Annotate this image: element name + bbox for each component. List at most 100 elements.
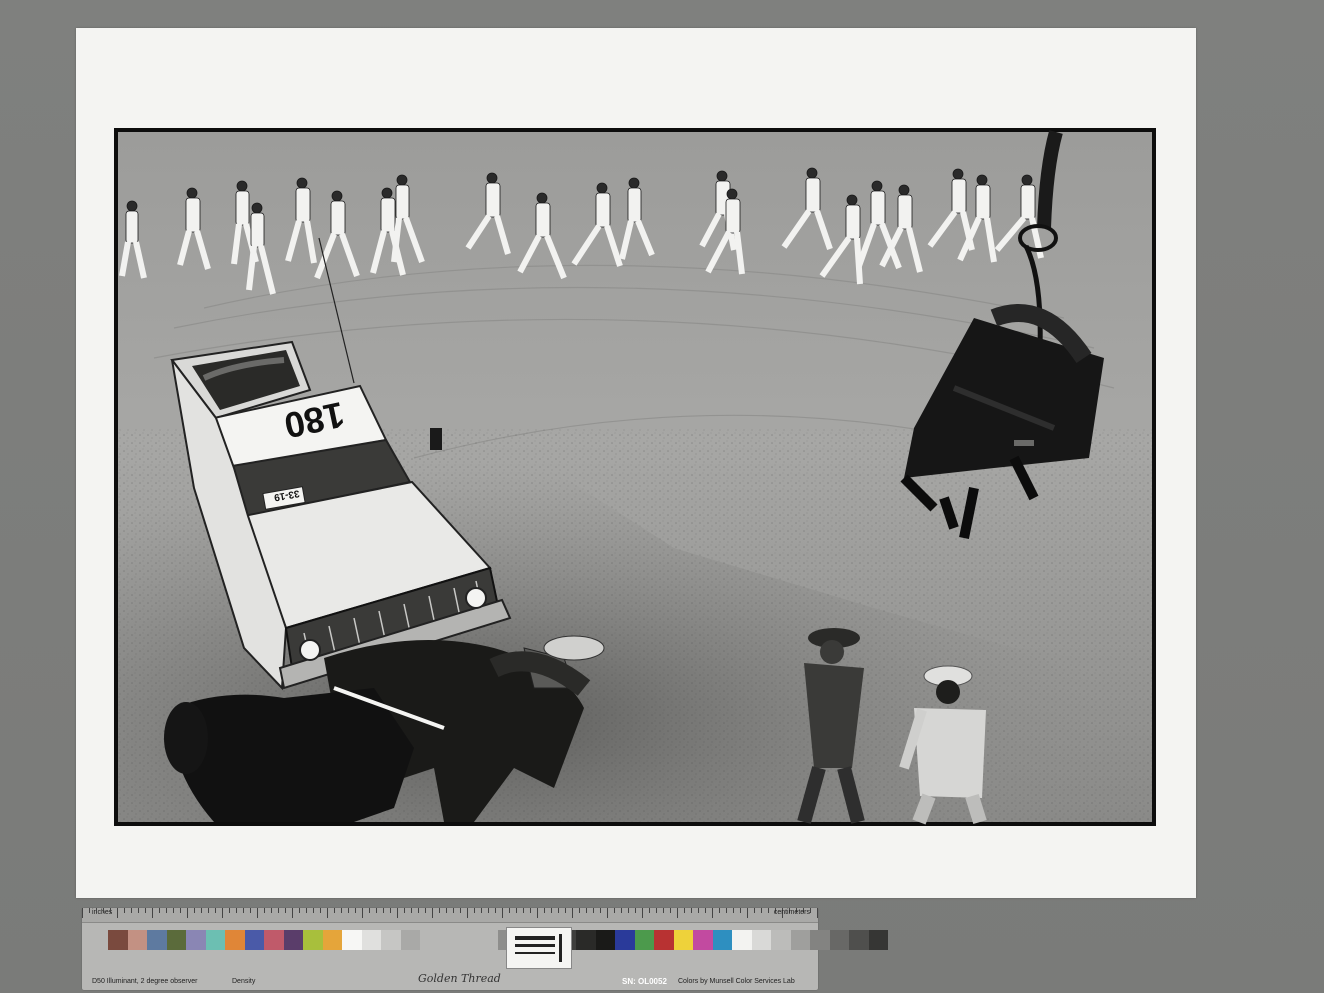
ruler-tick (747, 908, 748, 918)
color-swatch (205, 930, 225, 950)
ruler-right-label: centimeters (773, 909, 810, 916)
ruler-tick (229, 908, 230, 913)
ruler-tick (215, 908, 216, 913)
ruler-tick (530, 908, 531, 913)
color-swatch (673, 930, 693, 950)
ruler-tick (474, 908, 475, 913)
color-swatch (264, 930, 284, 950)
ruler-tick (698, 908, 699, 913)
ruler-tick (82, 908, 83, 918)
ruler-tick (586, 908, 587, 913)
ruler-tick (236, 908, 237, 913)
ruler-tick (670, 908, 671, 913)
ruler-tick (425, 908, 426, 913)
ruler-tick (103, 908, 104, 913)
ruler-tick (628, 908, 629, 913)
ruler-tick (131, 908, 132, 913)
ruler-tick (271, 908, 272, 913)
photograph: 180 33-19 (114, 128, 1156, 826)
ruler-tick (404, 908, 405, 913)
ruler-tick (201, 908, 202, 913)
ruler-tick (572, 908, 573, 918)
color-swatch (186, 930, 206, 950)
color-swatch (732, 930, 752, 950)
swatch-row (108, 930, 888, 950)
ruler-tick (509, 908, 510, 913)
color-swatch (654, 930, 674, 950)
color-swatch (712, 930, 732, 950)
ruler-tick (145, 908, 146, 913)
ruler-tick (558, 908, 559, 913)
color-swatch (615, 930, 635, 950)
ruler-tick (502, 908, 503, 918)
color-swatch (322, 930, 342, 950)
ruler-tick (663, 908, 664, 913)
ruler-tick (390, 908, 391, 913)
color-swatch (361, 930, 381, 950)
ruler-tick (656, 908, 657, 913)
ruler-tick (712, 908, 713, 918)
ruler-tick (264, 908, 265, 913)
ruler-tick (138, 908, 139, 913)
ruler-tick (537, 908, 538, 918)
ruler-tick (439, 908, 440, 913)
ruler-tick (194, 908, 195, 913)
ruler-tick (208, 908, 209, 913)
ruler-tick (243, 908, 244, 913)
ruler-tick (523, 908, 524, 913)
color-swatch (751, 930, 771, 950)
ruler-tick (250, 908, 251, 913)
color-swatch (693, 930, 713, 950)
ruler-tick (593, 908, 594, 913)
color-swatch (576, 930, 596, 950)
ruler-tick (810, 908, 811, 913)
ruler-tick (292, 908, 293, 918)
ruler-tick (355, 908, 356, 913)
ruler-tick (733, 908, 734, 913)
ruler-tick (600, 908, 601, 913)
ruler-tick (719, 908, 720, 913)
museum-capture: 180 33-19 D50 Illuminant, 2 degree obser… (0, 0, 1324, 993)
color-swatch (147, 930, 167, 950)
ruler-tick (754, 908, 755, 913)
ruler-tick (642, 908, 643, 918)
color-swatch (771, 930, 791, 950)
ruler-tick (460, 908, 461, 913)
ruler-tick (299, 908, 300, 913)
ruler-tick (768, 908, 769, 913)
ruler-tick (691, 908, 692, 913)
ruler-tick (684, 908, 685, 913)
ruler-tick (306, 908, 307, 913)
ruler-tick (488, 908, 489, 913)
ruler-tick (481, 908, 482, 913)
ruler-tick (565, 908, 566, 913)
ruler-tick (467, 908, 468, 918)
ruler-tick (726, 908, 727, 913)
ruler-tick (89, 908, 90, 913)
ruler: inches (82, 908, 818, 923)
ruler-tick (278, 908, 279, 913)
ruler-tick (96, 908, 97, 913)
ruler-tick (348, 908, 349, 913)
ruler-tick (705, 908, 706, 913)
ruler-tick (313, 908, 314, 913)
ruler-tick (117, 908, 118, 918)
color-swatch (244, 930, 264, 950)
ruler-tick (621, 908, 622, 913)
ruler-tick (544, 908, 545, 913)
ruler-tick (369, 908, 370, 913)
ruler-tick (761, 908, 762, 913)
ruler-tick (446, 908, 447, 913)
ruler-tick (222, 908, 223, 918)
color-swatch (225, 930, 245, 950)
ruler-tick (397, 908, 398, 918)
ruler-tick (124, 908, 125, 913)
color-swatch (381, 930, 401, 950)
color-swatch (868, 930, 888, 950)
ruler-tick (187, 908, 188, 918)
ruler-tick (579, 908, 580, 913)
illuminant-label: D50 Illuminant, 2 degree observer (92, 978, 198, 985)
ruler-tick (677, 908, 678, 918)
color-swatch (595, 930, 615, 950)
ruler-tick (257, 908, 258, 918)
